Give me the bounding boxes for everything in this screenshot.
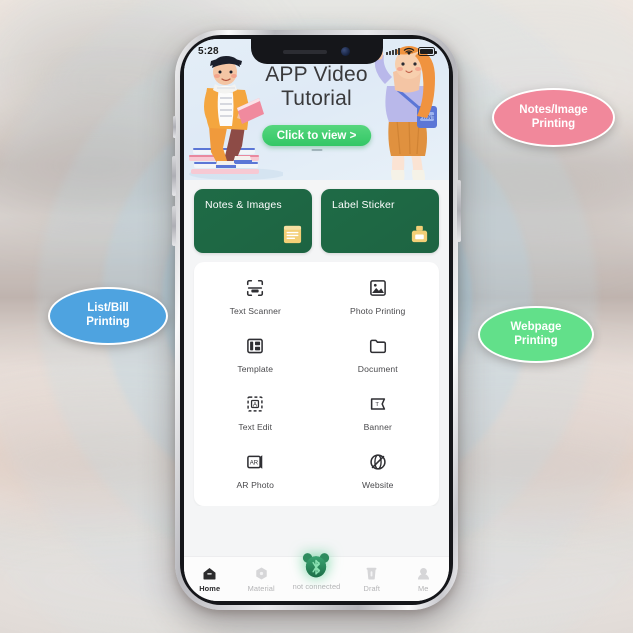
grid-item-ar-photo[interactable]: AR AR Photo	[194, 452, 317, 490]
tab-label: Material	[247, 583, 275, 593]
feature-grid: Text Scanner Photo Printing Template Doc…	[194, 262, 439, 506]
grid-item-label: Text Scanner	[229, 306, 281, 316]
earpiece-speaker	[283, 49, 327, 54]
grid-item-text-edit[interactable]: A Text Edit	[194, 394, 317, 432]
tab-material[interactable]: Material	[235, 566, 286, 593]
click-to-view-button[interactable]: Click to view >	[261, 125, 372, 146]
feature-grid-wrapper: Text Scanner Photo Printing Template Doc…	[184, 253, 449, 506]
grid-item-text-scanner[interactable]: Text Scanner	[194, 278, 317, 316]
grid-item-label: Document	[357, 364, 398, 374]
photo-image-icon	[369, 280, 386, 296]
grid-item-template[interactable]: Template	[194, 336, 317, 374]
volume-down-button[interactable]	[172, 206, 176, 246]
grid-item-label: Photo Printing	[350, 306, 406, 316]
tab-draft[interactable]: Draft	[346, 566, 397, 593]
callout-line1: Notes/Image	[519, 103, 588, 116]
tab-label: not connected	[292, 581, 341, 591]
callout-line2: Printing	[531, 117, 576, 130]
globe-slash-icon	[370, 454, 386, 470]
text-edit-icon: A	[247, 396, 263, 412]
callout-line2: Printing	[514, 334, 558, 347]
label-tag-icon	[411, 225, 428, 243]
screenshot-stage: 5:28 APP Video Tutorial Click to view > …	[0, 0, 633, 633]
feature-cards-row: Notes & Images Label Sticker	[184, 180, 449, 253]
tab-label: Draft	[363, 583, 381, 593]
callout-notes-image-printing[interactable]: Notes/Image Printing	[492, 88, 615, 147]
notes-and-images-card[interactable]: Notes & Images	[194, 189, 312, 253]
notch	[250, 39, 383, 64]
volume-up-button[interactable]	[172, 156, 176, 196]
folder-icon	[369, 339, 386, 354]
material-hex-icon	[255, 567, 267, 579]
tab-connection-status[interactable]: not connected	[287, 552, 346, 591]
label-sticker-card-label: Label Sticker	[332, 199, 395, 211]
battery-icon	[418, 47, 437, 56]
banner-title-line2: Tutorial	[281, 86, 352, 110]
front-camera-icon	[341, 47, 350, 56]
banner-pagination-indicator[interactable]	[311, 149, 322, 151]
status-clock: 5:28	[198, 46, 219, 57]
home-icon	[203, 567, 216, 579]
tab-label: Home	[199, 583, 221, 593]
silent-switch-button[interactable]	[173, 116, 176, 138]
note-lines-icon	[283, 225, 302, 244]
banner-flag-icon: T	[370, 398, 385, 410]
tab-me[interactable]: Me	[398, 566, 449, 593]
notes-and-images-card-label: Notes & Images	[205, 199, 282, 211]
scan-frame-icon	[247, 279, 264, 297]
signal-dots-icon	[386, 48, 400, 55]
svg-text:T: T	[375, 402, 379, 408]
callout-webpage-printing[interactable]: Webpage Printing	[478, 306, 594, 363]
grid-item-label: Template	[237, 364, 274, 374]
phone-screen: 5:28 APP Video Tutorial Click to view > …	[184, 39, 449, 601]
draft-cup-icon	[366, 567, 377, 580]
callout-line2: Printing	[86, 316, 130, 328]
smartphone-mockup: 5:28 APP Video Tutorial Click to view > …	[172, 30, 461, 610]
grid-item-label: Website	[361, 480, 394, 490]
template-layout-icon	[247, 338, 264, 354]
grid-item-label: Banner	[363, 422, 392, 432]
callout-line1: Webpage	[510, 320, 562, 333]
banner-title-line1: APP Video	[265, 63, 368, 86]
grid-item-label: AR Photo	[236, 480, 275, 490]
svg-text:A: A	[253, 401, 258, 408]
grid-item-photo-printing[interactable]: Photo Printing	[317, 278, 440, 316]
bear-bluetooth-icon	[303, 552, 330, 577]
label-sticker-card[interactable]: Label Sticker	[321, 189, 439, 253]
bottom-tab-bar: Home Material not connected Draft Me	[184, 552, 449, 601]
wifi-icon	[403, 47, 415, 56]
banner-title: APP Video Tutorial	[184, 63, 449, 111]
profile-icon	[417, 567, 429, 579]
grid-item-website[interactable]: Website	[317, 452, 440, 490]
callout-line1: List/Bill	[87, 302, 129, 315]
svg-text:AR: AR	[250, 460, 259, 466]
grid-item-label: Text Edit	[238, 422, 273, 432]
grid-item-banner[interactable]: T Banner	[317, 394, 440, 432]
power-button[interactable]	[457, 180, 461, 242]
tab-label: Me	[418, 583, 429, 593]
grid-item-document[interactable]: Document	[317, 336, 440, 374]
tab-home[interactable]: Home	[184, 566, 235, 593]
callout-list-bill-printing[interactable]: List/Bill Printing	[48, 287, 168, 345]
ar-photo-icon: AR	[247, 455, 263, 469]
